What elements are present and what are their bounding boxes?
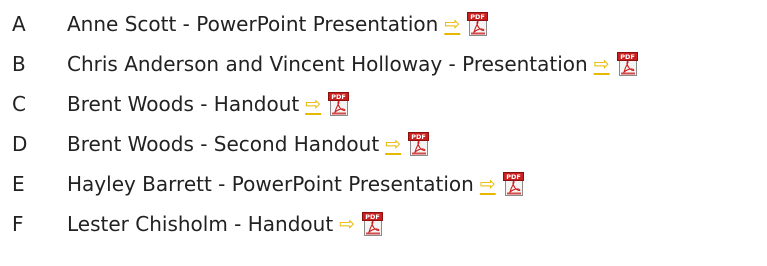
item-title: Brent Woods - Handout (67, 92, 300, 116)
svg-text:PDF: PDF (470, 13, 485, 21)
item-letter: B (12, 52, 26, 76)
item-title: Lester Chisholm - Handout (67, 212, 334, 236)
svg-text:PDF: PDF (506, 173, 521, 181)
item-letter: A (12, 12, 26, 36)
item-letter: C (12, 92, 26, 116)
item-title: Hayley Barrett - PowerPoint Presentation (67, 172, 474, 196)
arrow-icon: ⇨ (339, 212, 356, 235)
pdf-icon[interactable]: PDF (408, 132, 430, 156)
pdf-icon[interactable]: PDF (362, 212, 384, 236)
item-title: Chris Anderson and Vincent Holloway - Pr… (67, 52, 588, 76)
pdf-icon[interactable]: PDF (616, 52, 638, 76)
arrow-link[interactable]: ⇨ (594, 54, 610, 74)
svg-text:PDF: PDF (331, 93, 346, 101)
arrow-link[interactable]: ⇨ (305, 94, 321, 114)
pdf-icon[interactable]: PDF (502, 172, 524, 196)
item-letter: F (12, 212, 24, 236)
arrow-link[interactable]: ⇨ (385, 134, 401, 154)
svg-text:PDF: PDF (411, 133, 426, 141)
item-letter: E (12, 172, 25, 196)
item-title: Brent Woods - Second Handout (67, 132, 380, 156)
arrow-link[interactable]: ⇨ (480, 174, 496, 194)
arrow-link[interactable]: ⇨ (444, 14, 460, 34)
svg-text:PDF: PDF (620, 53, 635, 61)
item-title: Anne Scott - PowerPoint Presentation (67, 12, 439, 36)
presentation-list: A Anne Scott - PowerPoint Presentation ⇨… (0, 0, 767, 266)
pdf-icon[interactable]: PDF (328, 92, 350, 116)
pdf-icon[interactable]: PDF (467, 12, 489, 36)
item-letter: D (12, 132, 28, 156)
svg-text:PDF: PDF (365, 213, 380, 221)
